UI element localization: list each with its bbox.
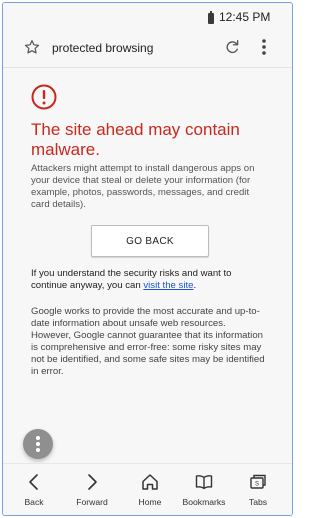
risk-paragraph: If you understand the security risks and… [31, 268, 266, 292]
nav-bookmarks[interactable]: Bookmarks [175, 464, 233, 515]
nav-back[interactable]: Back [5, 464, 63, 515]
forward-icon [88, 474, 97, 490]
disclaimer-paragraph: Google works to provide the most accurat… [31, 306, 265, 377]
warning-headline: The site ahead may contain malware. [31, 120, 240, 159]
nav-home-label: Home [138, 497, 162, 507]
risk-suffix: . [193, 280, 197, 291]
more-options-icon[interactable] [259, 37, 269, 57]
nav-forward[interactable]: Forward [63, 464, 121, 515]
tabs-icon: S [250, 474, 266, 489]
status-bar: 12:45 PM [3, 3, 292, 31]
star-icon[interactable] [23, 38, 41, 56]
floating-menu-button[interactable] [23, 429, 53, 459]
nav-tabs-label: Tabs [248, 497, 268, 507]
back-icon [29, 474, 38, 490]
browser-toolbar: protected browsing [3, 31, 292, 67]
nav-forward-label: Forward [76, 497, 108, 507]
nav-back-label: Back [24, 497, 44, 507]
reload-icon[interactable] [223, 38, 241, 56]
warning-icon [31, 84, 57, 110]
battery-icon [208, 11, 214, 24]
warning-description: Attackers might attempt to install dange… [31, 163, 255, 210]
address-bar-text[interactable]: protected browsing [52, 41, 153, 55]
go-back-button[interactable]: GO BACK [91, 225, 209, 257]
visit-site-link[interactable]: visit the site [143, 280, 193, 291]
bottom-navigation: Back Forward Home Bookmarks S Tabs [3, 463, 292, 515]
status-time: 12:45 PM [219, 10, 271, 24]
risk-text: If you understand the security risks and… [31, 268, 232, 291]
nav-bookmarks-label: Bookmarks [182, 497, 226, 507]
nav-tabs[interactable]: S Tabs [229, 464, 287, 515]
nav-home[interactable]: Home [121, 464, 179, 515]
svg-text:S: S [255, 482, 259, 488]
interstitial-content: The site ahead may contain malware. Atta… [3, 68, 292, 463]
bookmarks-icon [195, 475, 213, 490]
home-icon [142, 474, 158, 490]
phone-frame: 12:45 PM protected browsing The site ahe… [2, 2, 293, 516]
